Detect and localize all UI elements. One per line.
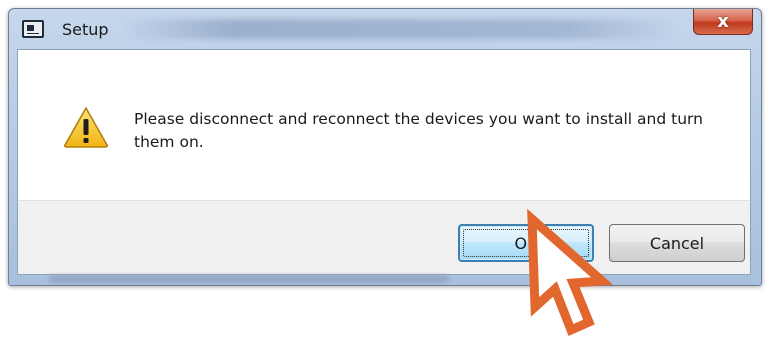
- close-icon: x: [717, 10, 729, 32]
- title-bar[interactable]: Setup x: [9, 9, 761, 49]
- message-area: Please disconnect and reconnect the devi…: [18, 50, 750, 200]
- title-bar-blur: [119, 19, 679, 39]
- dialog-message: Please disconnect and reconnect the devi…: [134, 110, 703, 151]
- cancel-button-label: Cancel: [649, 233, 705, 253]
- app-window-icon: [22, 20, 44, 38]
- dialog-client-area: Please disconnect and reconnect the devi…: [17, 49, 751, 275]
- button-bar: OK Cancel: [18, 200, 750, 274]
- cursor-arrow-icon: [527, 208, 614, 337]
- close-button[interactable]: x: [693, 9, 753, 35]
- window-title: Setup: [62, 20, 109, 39]
- warning-icon: [64, 107, 108, 148]
- setup-dialog-window: Setup x Please disconnect and reconnect …: [8, 8, 762, 286]
- page: Setup x Please disconnect and reconnect …: [0, 0, 766, 364]
- status-blur: [49, 275, 449, 283]
- cancel-button[interactable]: Cancel: [609, 224, 745, 262]
